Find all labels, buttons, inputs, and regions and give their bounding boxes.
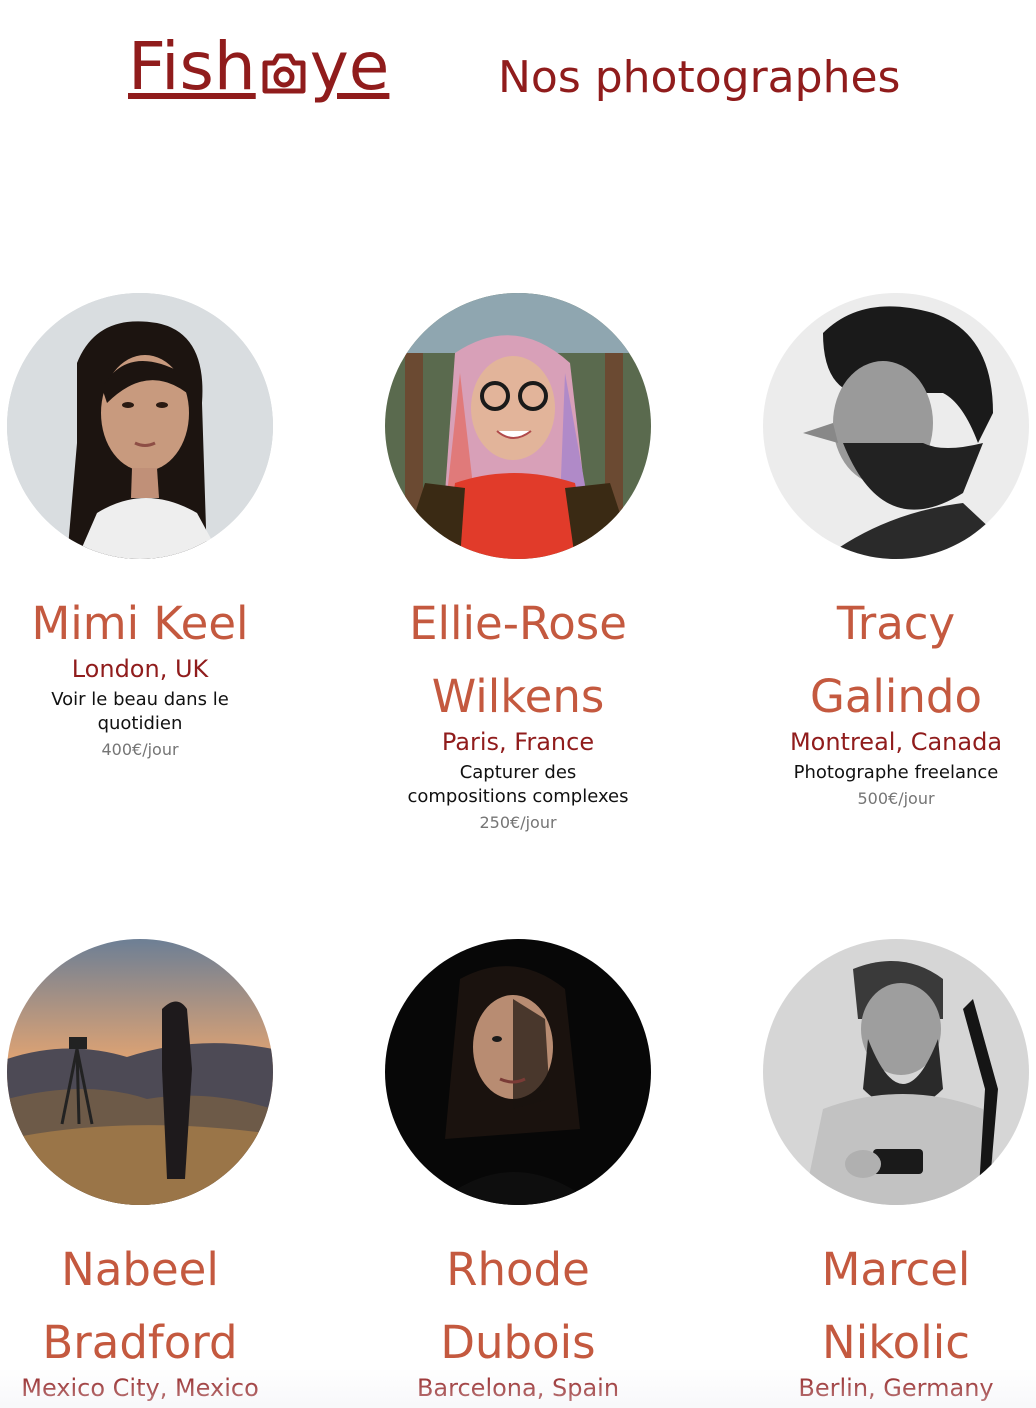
photographer-card[interactable]: Tracy Galindo Montreal, Canada Photograp… [746,293,1036,810]
photographer-name: Mimi Keel [31,597,249,650]
photographer-card[interactable]: Nabeel Bradford Mexico City, Mexico [0,939,290,1403]
photographer-location: Berlin, Germany [798,1374,994,1402]
photographer-location: Montreal, Canada [789,728,1003,756]
photographer-name: Marcel Nikolic [821,1243,971,1369]
photographer-card[interactable]: Mimi Keel London, UK Voir le beau dans l… [0,293,290,761]
photographer-name: Nabeel Bradford [42,1243,238,1369]
camera-icon [260,44,308,96]
photographer-portrait[interactable] [763,293,1029,559]
photographer-price: 250€/jour [479,813,557,832]
photographer-price: 400€/jour [101,740,179,759]
photographer-name: Tracy Galindo [809,597,983,723]
photographer-price: 500€/jour [857,789,935,808]
logo-text-start: Fish [128,28,256,105]
fisheye-logo[interactable]: Fish ye [128,34,389,114]
photographer-portrait[interactable] [385,293,651,559]
photographer-location: Barcelona, Spain [416,1374,620,1402]
photographer-card[interactable]: Marcel Nikolic Berlin, Germany [746,939,1036,1403]
photographer-tagline: Photographe freelance [793,762,999,783]
photographer-portrait[interactable] [385,939,651,1205]
photographer-card[interactable]: Ellie-Rose Wilkens Paris, France Capture… [368,293,668,834]
photographer-tagline: Capturer des compositions complexes [407,762,629,807]
logo-text-end: ye [309,28,390,105]
photographer-name: Ellie-Rose Wilkens [409,597,627,723]
photographer-tagline: Voir le beau dans le quotidien [51,689,229,734]
photographer-location: Paris, France [441,728,595,756]
photographer-portrait[interactable] [7,293,273,559]
photographer-portrait[interactable] [7,939,273,1205]
photographer-card[interactable]: Rhode Dubois Barcelona, Spain [368,939,668,1403]
photographer-portrait[interactable] [763,939,1029,1205]
photographer-name: Rhode Dubois [440,1243,596,1369]
photographer-location: Mexico City, Mexico [21,1374,259,1402]
page-title: Nos photographes [498,52,901,103]
page: Fish ye Nos photographes Mimi Keel Londo… [0,0,1036,1408]
